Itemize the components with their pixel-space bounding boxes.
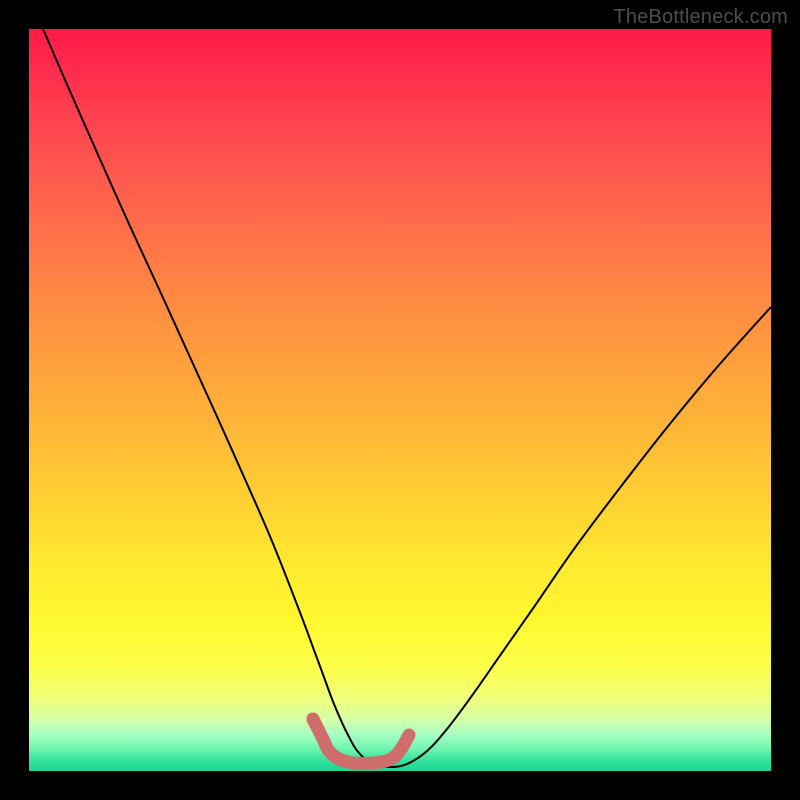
main-curve	[43, 29, 771, 767]
chart-svg	[29, 29, 771, 771]
bump-start-dot	[307, 713, 320, 726]
bottom-bumps	[313, 719, 409, 764]
plot-area	[29, 29, 771, 771]
watermark-text: TheBottleneck.com	[613, 6, 788, 29]
